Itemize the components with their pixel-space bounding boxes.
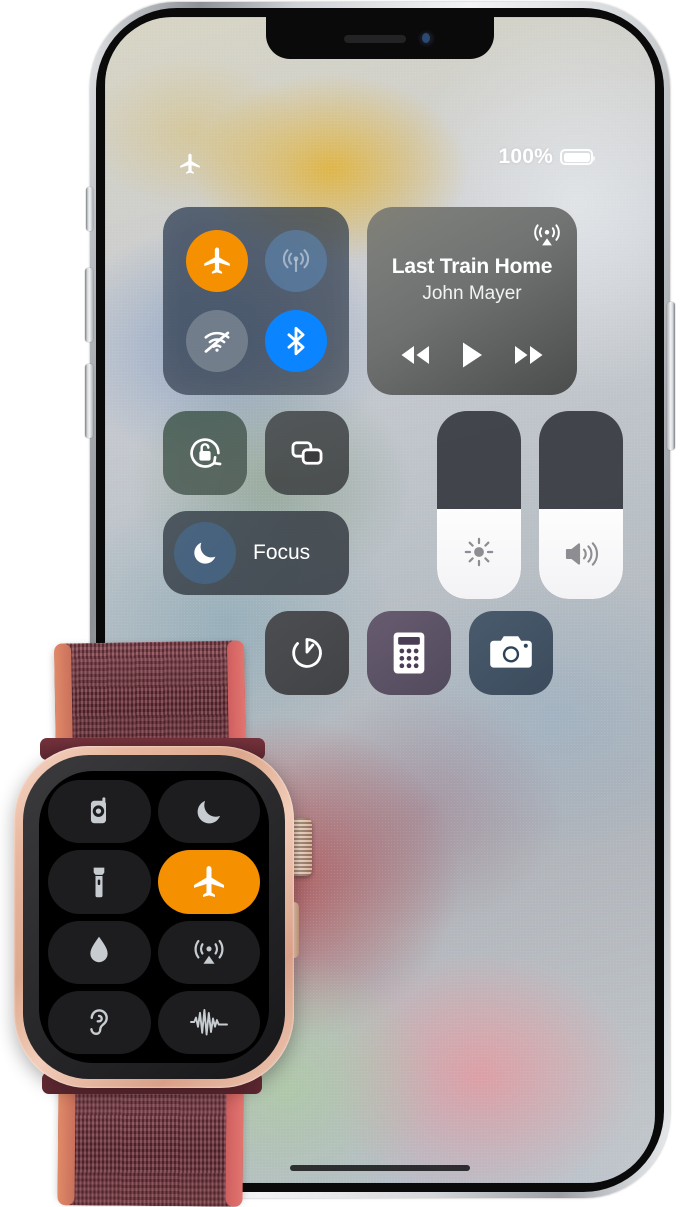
cellular-antenna-icon — [278, 243, 314, 279]
airplay-audio-icon — [192, 935, 226, 969]
watch-tile-live-listen[interactable] — [48, 990, 151, 1054]
speaker-icon — [539, 539, 623, 569]
watch-band-bottom — [57, 1081, 244, 1207]
camera-shortcut[interactable] — [469, 611, 553, 695]
band-edge-right — [225, 1082, 244, 1207]
moon-icon — [190, 538, 220, 568]
airplane-icon — [177, 151, 203, 177]
band-edge-left — [57, 1081, 76, 1206]
walkie-talkie-icon — [82, 795, 116, 829]
wifi-off-icon — [200, 324, 234, 358]
connectivity-module[interactable] — [163, 207, 349, 395]
focus-tile[interactable]: Focus — [163, 511, 349, 595]
cc-row-top: Last Train Home John Mayer — [163, 207, 613, 395]
cellular-data-toggle[interactable] — [264, 230, 327, 292]
cc-row-middle: Focus — [163, 411, 623, 599]
watch-tile-airplay[interactable] — [157, 920, 260, 984]
brightness-slider[interactable] — [437, 411, 521, 599]
previous-track-button[interactable] — [399, 344, 431, 366]
play-button[interactable] — [460, 341, 484, 369]
front-camera-icon — [418, 30, 435, 47]
watch-tile-noise-level[interactable] — [157, 990, 260, 1054]
watch-tile-theater-mode[interactable] — [157, 780, 260, 844]
track-title: Last Train Home — [391, 255, 553, 278]
watch-case — [14, 746, 294, 1088]
calculator-icon — [389, 630, 429, 676]
watch-control-center — [48, 780, 260, 1054]
screen-mirroring-toggle[interactable] — [265, 411, 349, 495]
status-bar: 100% — [105, 145, 655, 179]
media-playback-module[interactable]: Last Train Home John Mayer — [367, 207, 577, 395]
airplane-icon — [200, 244, 234, 278]
side-power-button[interactable] — [667, 302, 675, 450]
next-track-button[interactable] — [513, 344, 545, 366]
camera-icon — [487, 633, 535, 673]
wifi-toggle[interactable] — [185, 310, 248, 372]
notch — [266, 17, 494, 59]
water-drop-icon — [85, 935, 113, 969]
earpiece-speaker — [344, 35, 407, 43]
track-artist: John Mayer — [422, 283, 522, 304]
brightness-icon — [437, 535, 521, 569]
battery-icon — [560, 149, 595, 165]
rotation-lock-toggle[interactable] — [163, 411, 247, 495]
airplane-mode-toggle[interactable] — [185, 230, 248, 292]
watch-tile-airplane-mode[interactable] — [157, 850, 260, 914]
apple-watch-device — [0, 620, 340, 1207]
waveform-icon — [189, 1007, 229, 1037]
watch-tile-flashlight[interactable] — [48, 850, 151, 914]
sliders — [437, 411, 623, 599]
volume-down-button[interactable] — [85, 364, 93, 438]
airplane-icon — [189, 862, 229, 902]
rotation-lock-icon — [182, 430, 228, 476]
silent-switch[interactable] — [86, 187, 93, 231]
flashlight-icon — [84, 865, 114, 899]
battery-percent-label: 100% — [498, 145, 553, 168]
watch-bezel — [23, 755, 285, 1079]
calculator-shortcut[interactable] — [367, 611, 451, 695]
moon-icon — [193, 796, 225, 828]
media-controls — [367, 341, 577, 369]
volume-slider[interactable] — [539, 411, 623, 599]
watch-tile-water-lock[interactable] — [48, 920, 151, 984]
status-bar-right: 100% — [498, 145, 595, 169]
volume-up-button[interactable] — [85, 268, 93, 342]
focus-toggle[interactable] — [174, 522, 236, 584]
watch-screen — [39, 771, 269, 1063]
bluetooth-icon — [279, 324, 313, 358]
focus-label: Focus — [253, 541, 311, 564]
screen-mirroring-icon — [284, 430, 330, 476]
bluetooth-toggle[interactable] — [264, 310, 327, 372]
watch-tile-walkie-talkie[interactable] — [48, 780, 151, 844]
airplay-audio-icon[interactable] — [532, 220, 562, 250]
ear-icon — [83, 1005, 115, 1039]
